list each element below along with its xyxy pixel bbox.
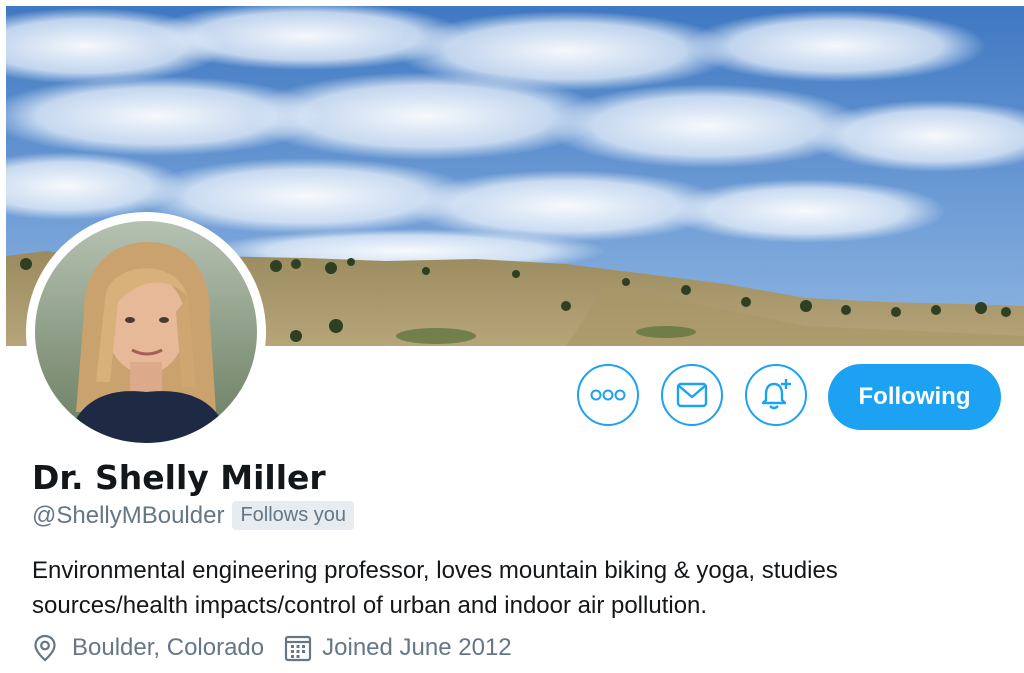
profile-handle: @ShellyMBoulder	[32, 501, 225, 529]
message-button[interactable]	[661, 364, 723, 426]
profile-avatar[interactable]	[26, 212, 266, 452]
profile-name: Dr. Shelly Miller	[32, 458, 326, 497]
envelope-icon	[676, 382, 708, 408]
location-text: Boulder, Colorado	[72, 634, 265, 661]
follows-you-badge: Follows you	[232, 501, 355, 530]
more-dots-icon	[590, 389, 626, 401]
notifications-button[interactable]	[745, 364, 807, 426]
following-button[interactable]: Following	[828, 364, 1001, 430]
joined-item: Joined June 2012	[284, 634, 512, 662]
profile-bio: Environmental engineering professor, lov…	[32, 557, 838, 619]
location-pin-icon	[34, 634, 56, 662]
joined-date-text: Joined June 2012	[322, 634, 512, 661]
bell-plus-icon	[761, 379, 791, 410]
handle-row: @ShellyMBoulder Follows you	[32, 501, 355, 530]
location-item: Boulder, Colorado	[32, 634, 264, 662]
more-options-button[interactable]	[577, 364, 639, 426]
profile-meta: Boulder, Colorado Joined June 2012	[32, 634, 512, 662]
calendar-icon	[285, 635, 312, 662]
